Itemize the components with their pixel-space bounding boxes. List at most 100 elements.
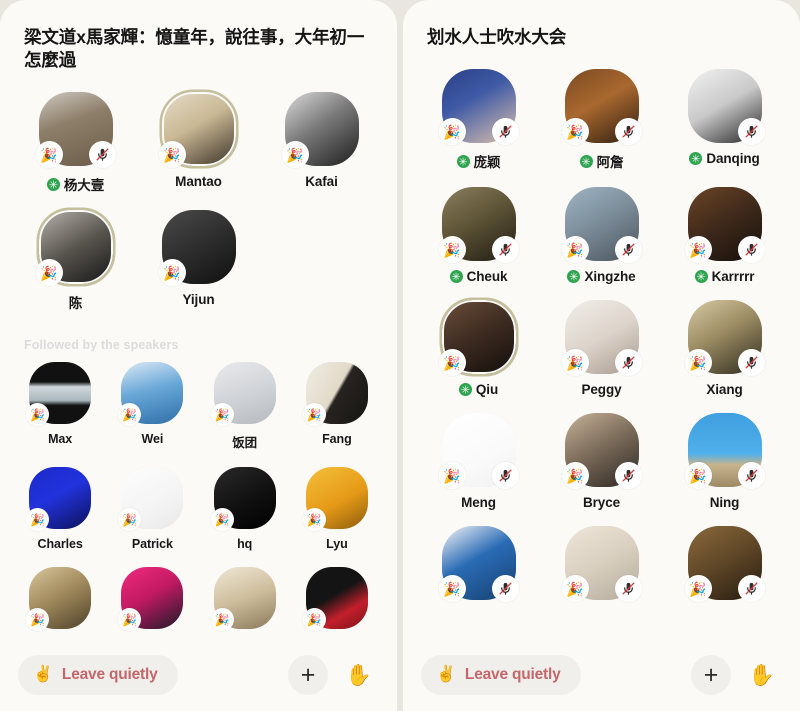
member-tile[interactable]: 🎉 Yijun bbox=[137, 210, 260, 324]
party-popper-icon: 🎉 bbox=[561, 575, 589, 603]
verified-asterisk-icon: ✳ bbox=[694, 270, 708, 284]
member-tile[interactable]: 🎉 ✳ Xingzhe bbox=[540, 187, 663, 296]
avatar-wrap[interactable]: 🎉 bbox=[684, 300, 765, 377]
member-name: Ning bbox=[710, 495, 740, 510]
member-tile[interactable]: 🎉 Xiang bbox=[663, 300, 786, 409]
member-tile[interactable]: 🎉 ✳ 阿詹 bbox=[540, 69, 663, 183]
member-name: Lyu bbox=[326, 537, 348, 551]
party-popper-icon: 🎉 bbox=[281, 141, 309, 169]
room-panel-right: 划水人士吹水大会 🎉 ✳ 庞颖 🎉 ✳ 阿詹 ✳ Danqing 🎉 ✳ Cheuk 🎉 ✳ X… bbox=[403, 0, 800, 711]
member-tile[interactable]: 🎉 ✳ 杨大壹 bbox=[14, 92, 137, 206]
member-tile[interactable]: 🎉 陈 bbox=[14, 210, 137, 324]
member-tile[interactable]: 🎉 Wei bbox=[106, 362, 198, 463]
avatar-wrap[interactable]: 🎉 bbox=[561, 413, 642, 490]
member-name-label: Karrrrr bbox=[711, 269, 755, 285]
avatar-wrap[interactable]: 🎉 bbox=[561, 69, 642, 146]
member-tile[interactable]: ✳ Danqing bbox=[663, 69, 786, 183]
avatar-wrap[interactable]: 🎉 bbox=[158, 92, 236, 169]
party-popper-icon: 🎉 bbox=[210, 403, 234, 427]
party-popper-icon: 🎉 bbox=[210, 608, 234, 632]
member-name-label: Patrick bbox=[131, 537, 173, 552]
member-tile[interactable]: 🎉 ✳ Cheuk bbox=[417, 187, 540, 296]
member-tile[interactable]: 🎉 Lyu bbox=[291, 467, 383, 563]
speaker-grid: 🎉 ✳ 庞颖 🎉 ✳ 阿詹 ✳ Danqing 🎉 ✳ Cheuk 🎉 ✳ Xingzhe 🎉 ✳… bbox=[417, 69, 786, 620]
avatar-wrap[interactable]: 🎉 bbox=[26, 362, 92, 427]
party-popper-icon: 🎉 bbox=[158, 259, 186, 287]
member-name-label: 阿詹 bbox=[596, 155, 624, 171]
avatar-wrap[interactable]: 🎉 bbox=[118, 467, 184, 532]
avatar-wrap[interactable]: 🎉 bbox=[210, 467, 276, 532]
member-name: ✳ Danqing bbox=[689, 151, 760, 166]
avatar-wrap[interactable]: 🎉 bbox=[684, 413, 765, 490]
member-name: ✳ Xingzhe bbox=[567, 269, 636, 284]
avatar-wrap[interactable]: 🎉 bbox=[684, 187, 765, 264]
avatar-wrap[interactable]: 🎉 bbox=[35, 92, 116, 169]
member-tile[interactable]: 🎉 hq bbox=[199, 467, 291, 563]
avatar-wrap[interactable]: 🎉 bbox=[35, 210, 113, 287]
add-people-button[interactable]: + bbox=[691, 655, 731, 695]
avatar-wrap[interactable]: 🎉 bbox=[210, 567, 276, 632]
avatar-wrap[interactable]: 🎉 bbox=[281, 92, 359, 169]
member-tile[interactable]: 🎉 Kafai bbox=[260, 92, 383, 206]
member-tile[interactable]: 🎉 bbox=[14, 567, 106, 647]
party-popper-icon: 🎉 bbox=[438, 575, 466, 603]
member-tile[interactable]: 🎉 bbox=[663, 526, 786, 620]
avatar-wrap[interactable]: 🎉 bbox=[302, 362, 368, 427]
member-tile[interactable]: 🎉 bbox=[199, 567, 291, 647]
verified-asterisk-icon: ✳ bbox=[567, 270, 581, 284]
member-tile[interactable]: 🎉 bbox=[417, 526, 540, 620]
avatar-wrap[interactable]: 🎉 bbox=[561, 300, 642, 377]
avatar-wrap[interactable]: 🎉 bbox=[438, 413, 519, 490]
member-tile[interactable]: 🎉 Ning bbox=[663, 413, 786, 522]
member-tile[interactable]: 🎉 Fang bbox=[291, 362, 383, 463]
member-name: Xiang bbox=[706, 382, 742, 397]
member-tile[interactable]: 🎉 Mantao bbox=[137, 92, 260, 206]
room-title: 梁文道x馬家輝：憶童年，說往事，大年初一怎麼過 bbox=[24, 27, 365, 71]
room-content-right[interactable]: 划水人士吹水大会 🎉 ✳ 庞颖 🎉 ✳ 阿詹 ✳ Danqing 🎉 ✳ Cheuk 🎉 ✳ X… bbox=[403, 0, 800, 647]
leave-quietly-button[interactable]: ✌ Leave quietly bbox=[421, 655, 581, 695]
member-tile[interactable]: 🎉 饭团 bbox=[199, 362, 291, 463]
leave-quietly-button[interactable]: ✌ Leave quietly bbox=[18, 655, 178, 695]
avatar-wrap[interactable]: 🎉 bbox=[438, 69, 519, 146]
member-name-label: 饭团 bbox=[232, 436, 258, 451]
avatar-wrap[interactable]: 🎉 bbox=[438, 300, 516, 377]
verified-asterisk-icon: ✳ bbox=[579, 154, 593, 169]
avatar-wrap[interactable]: 🎉 bbox=[561, 187, 642, 264]
avatar-wrap[interactable]: 🎉 bbox=[26, 567, 92, 632]
room-content-left[interactable]: 梁文道x馬家輝：憶童年，說往事，大年初一怎麼過 🎉 ✳ 杨大壹 🎉 Mantao 🎉 Ka… bbox=[0, 0, 397, 647]
party-popper-icon: 🎉 bbox=[158, 141, 186, 169]
avatar-wrap[interactable]: 🎉 bbox=[210, 362, 276, 427]
avatar-wrap[interactable]: 🎉 bbox=[158, 210, 236, 287]
member-tile[interactable]: 🎉 Max bbox=[14, 362, 106, 463]
avatar-wrap[interactable]: 🎉 bbox=[118, 362, 184, 427]
add-people-button[interactable]: + bbox=[288, 655, 328, 695]
two-room-view: 梁文道x馬家輝：憶童年，說往事，大年初一怎麼過 🎉 ✳ 杨大壹 🎉 Mantao 🎉 Ka… bbox=[0, 0, 800, 711]
member-tile[interactable]: 🎉 Patrick bbox=[106, 467, 198, 563]
avatar-wrap[interactable]: 🎉 bbox=[561, 526, 642, 603]
member-tile[interactable]: 🎉 Meng bbox=[417, 413, 540, 522]
member-tile[interactable]: 🎉 ✳ Karrrrr bbox=[663, 187, 786, 296]
raise-hand-button[interactable]: ✋ bbox=[742, 655, 782, 695]
avatar-wrap[interactable]: 🎉 bbox=[438, 526, 519, 603]
member-tile[interactable]: 🎉 Charles bbox=[14, 467, 106, 563]
raise-hand-button[interactable]: ✋ bbox=[339, 655, 379, 695]
member-name-label: 陈 bbox=[68, 296, 83, 312]
muted-microphone-icon bbox=[88, 141, 116, 169]
avatar-wrap[interactable]: 🎉 bbox=[118, 567, 184, 632]
member-name: Bryce bbox=[583, 495, 620, 510]
member-tile[interactable]: 🎉 bbox=[291, 567, 383, 647]
peace-hand-icon: ✌ bbox=[33, 666, 53, 683]
member-tile[interactable]: 🎉 bbox=[540, 526, 663, 620]
avatar-wrap[interactable]: 🎉 bbox=[302, 467, 368, 532]
avatar-wrap[interactable]: 🎉 bbox=[684, 526, 765, 603]
member-tile[interactable]: 🎉 Peggy bbox=[540, 300, 663, 409]
avatar-wrap[interactable]: 🎉 bbox=[26, 467, 92, 532]
member-tile[interactable]: 🎉 bbox=[106, 567, 198, 647]
member-tile[interactable]: 🎉 ✳ 庞颖 bbox=[417, 69, 540, 183]
avatar-wrap[interactable] bbox=[687, 69, 765, 146]
avatar-wrap[interactable]: 🎉 bbox=[438, 187, 519, 264]
member-tile[interactable]: 🎉 ✳ Qiu bbox=[417, 300, 540, 409]
muted-microphone-icon bbox=[491, 462, 519, 490]
member-tile[interactable]: 🎉 Bryce bbox=[540, 413, 663, 522]
avatar-wrap[interactable]: 🎉 bbox=[302, 567, 368, 632]
